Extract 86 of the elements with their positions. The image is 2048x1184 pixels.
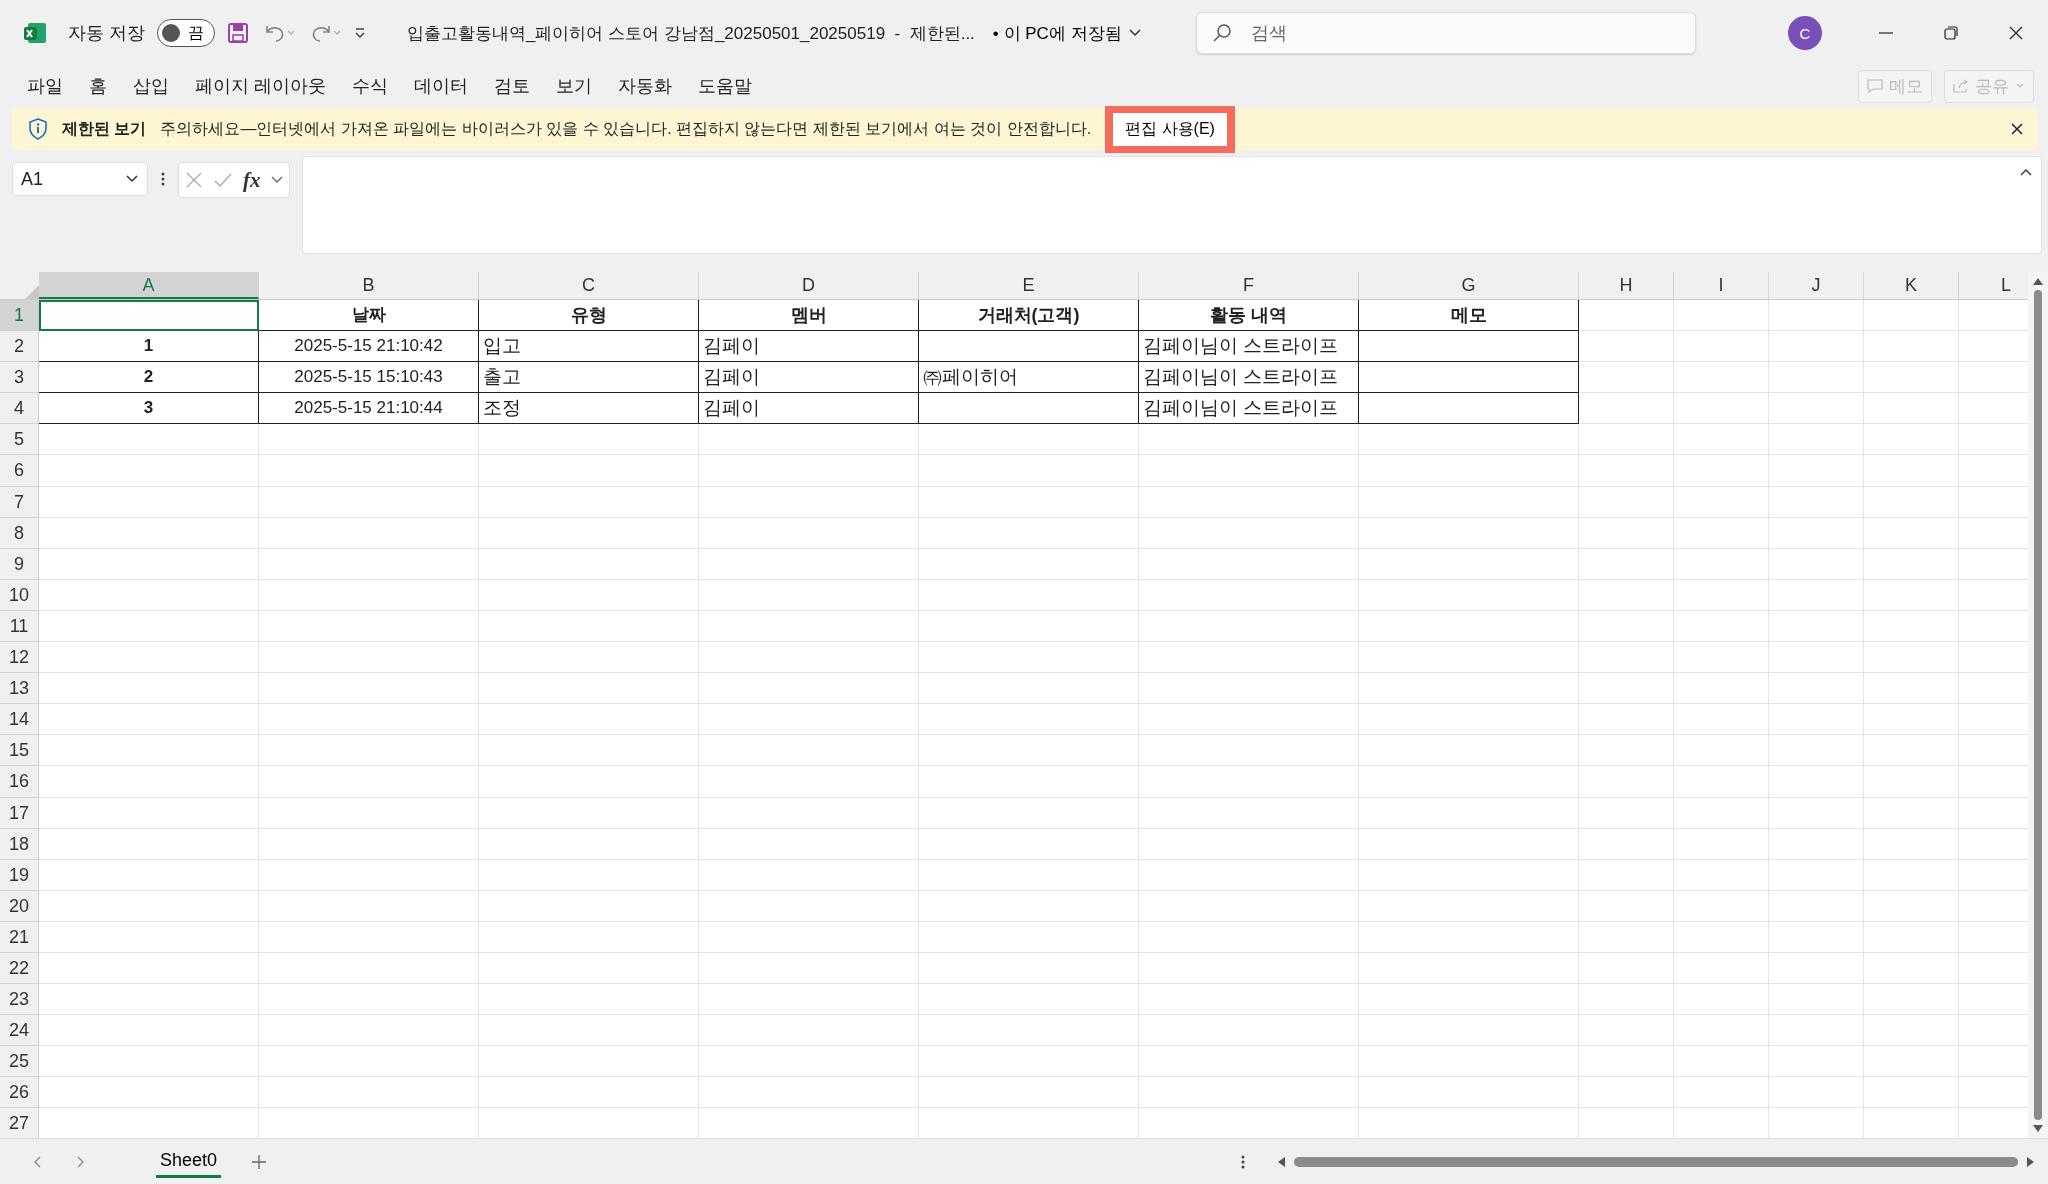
row-header[interactable]: 18 xyxy=(0,828,39,860)
row-header[interactable]: 19 xyxy=(0,859,39,891)
menu-tab[interactable]: 자동화 xyxy=(607,70,683,102)
menu-tab[interactable]: 파일 xyxy=(16,70,74,102)
menu-tab[interactable]: 도움말 xyxy=(687,70,763,102)
column-header[interactable]: F xyxy=(1139,272,1359,299)
comment-icon xyxy=(1867,79,1883,93)
message-text: 주의하세요—인터넷에서 가져온 파일에는 바이러스가 있을 수 있습니다. 편집하지 않는다면 제한된 보기에서 여는 것이 안전합니다. xyxy=(160,118,1092,139)
sheet-tab[interactable]: Sheet0 xyxy=(156,1145,222,1178)
more-options-icon[interactable] xyxy=(160,171,166,187)
share-icon xyxy=(1953,79,1969,93)
column-header[interactable]: D xyxy=(699,272,919,299)
chevron-down-icon[interactable] xyxy=(270,175,283,185)
column-header[interactable]: K xyxy=(1864,272,1959,299)
save-icon[interactable] xyxy=(227,22,249,44)
row-header[interactable]: 1 xyxy=(0,300,39,332)
chevron-down-icon xyxy=(125,174,139,184)
avatar[interactable]: C xyxy=(1788,16,1822,50)
message-title: 제한된 보기 xyxy=(62,118,147,139)
row-header[interactable]: 16 xyxy=(0,766,39,798)
scroll-down-icon[interactable] xyxy=(2032,1124,2044,1134)
row-header[interactable]: 6 xyxy=(0,455,39,487)
vertical-scrollbar-thumb[interactable] xyxy=(2034,290,2042,1120)
row-header[interactable]: 22 xyxy=(0,952,39,985)
close-icon[interactable] xyxy=(2008,25,2024,41)
excel-logo-icon xyxy=(22,20,48,46)
customize-dropdown-icon[interactable] xyxy=(353,26,367,40)
column-header[interactable]: G xyxy=(1359,272,1579,299)
row-header[interactable]: 9 xyxy=(0,548,39,580)
scroll-right-icon[interactable] xyxy=(2026,1155,2036,1168)
column-header[interactable]: B xyxy=(259,272,479,299)
chevron-down-icon xyxy=(1127,28,1142,38)
autosave-toggle[interactable]: 끔 xyxy=(157,19,215,47)
row-header[interactable]: 24 xyxy=(0,1015,39,1047)
row-header[interactable]: 23 xyxy=(0,984,39,1016)
enable-editing-button[interactable]: 편집 사용(E) xyxy=(1113,112,1227,146)
horizontal-scrollbar-thumb[interactable] xyxy=(1294,1156,2018,1167)
close-icon[interactable] xyxy=(2010,122,2024,136)
more-options-icon[interactable] xyxy=(1240,1153,1246,1170)
column-header[interactable]: J xyxy=(1769,272,1864,299)
insert-function-button[interactable]: fx xyxy=(243,167,261,193)
document-title: 입출고활동내역_페이히어 스토어 강남점_20250501_20250519 - 제한된... xyxy=(407,22,975,45)
menu-tab[interactable]: 데이터 xyxy=(403,70,479,102)
row-header[interactable]: 14 xyxy=(0,704,39,736)
collapse-caret-icon[interactable] xyxy=(2019,167,2033,177)
add-sheet-icon[interactable] xyxy=(251,1153,268,1170)
row-header[interactable]: 26 xyxy=(0,1077,39,1109)
menu-tab[interactable]: 보기 xyxy=(545,70,603,102)
shield-info-icon xyxy=(28,118,48,140)
row-header[interactable]: 27 xyxy=(0,1108,39,1138)
search-field[interactable]: 검색 xyxy=(1195,12,1696,54)
restore-icon[interactable] xyxy=(1943,25,1959,41)
menu-tab[interactable]: 검토 xyxy=(483,70,541,102)
column-header[interactable]: H xyxy=(1579,272,1674,299)
column-header[interactable]: C xyxy=(479,272,699,299)
scroll-left-icon[interactable] xyxy=(1276,1155,1286,1168)
row-header[interactable]: 3 xyxy=(0,362,39,394)
formula-input[interactable] xyxy=(301,156,2042,254)
menu-tab[interactable]: 수식 xyxy=(341,70,399,102)
scroll-up-icon[interactable] xyxy=(2032,276,2044,286)
row-header[interactable]: 4 xyxy=(0,393,39,425)
row-header[interactable]: 7 xyxy=(0,486,39,518)
row-header[interactable]: 25 xyxy=(0,1046,39,1078)
row-header[interactable]: 2 xyxy=(0,331,39,363)
column-header[interactable]: A xyxy=(39,272,259,299)
menu-tab[interactable]: 페이지 레이아웃 xyxy=(184,70,337,102)
row-header[interactable]: 20 xyxy=(0,890,39,922)
row-header[interactable]: 15 xyxy=(0,735,39,767)
row-header[interactable]: 5 xyxy=(0,424,39,456)
menu-tab[interactable]: 홈 xyxy=(78,70,118,102)
chevron-down-icon xyxy=(2015,82,2025,90)
row-header[interactable]: 12 xyxy=(0,642,39,674)
row-header[interactable]: 17 xyxy=(0,797,39,829)
checkmark-icon[interactable] xyxy=(213,171,233,189)
column-header[interactable]: E xyxy=(919,272,1139,299)
menu-tab[interactable]: 삽입 xyxy=(122,70,180,102)
row-header[interactable]: 8 xyxy=(0,517,39,549)
row-header[interactable]: 10 xyxy=(0,579,39,611)
save-status-button[interactable]: • 이 PC에 저장됨 xyxy=(986,20,1148,46)
column-header[interactable]: I xyxy=(1674,272,1769,299)
autosave-label: 자동 저장 xyxy=(68,22,145,45)
row-header[interactable]: 11 xyxy=(0,610,39,643)
row-header[interactable]: 13 xyxy=(0,673,39,705)
name-box[interactable]: A1 xyxy=(12,162,148,196)
search-icon xyxy=(1211,23,1232,43)
row-header[interactable]: 21 xyxy=(0,921,39,953)
